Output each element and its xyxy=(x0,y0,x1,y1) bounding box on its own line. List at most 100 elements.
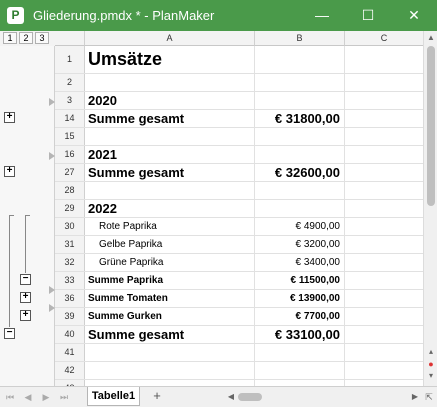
cell-c[interactable] xyxy=(345,92,423,109)
cell-a[interactable] xyxy=(85,182,255,199)
cell-b[interactable] xyxy=(255,344,345,361)
cell-a[interactable]: Summe Tomaten xyxy=(85,290,255,307)
cell-b[interactable] xyxy=(255,74,345,91)
row-header[interactable]: 36 xyxy=(55,290,85,307)
collapse-paprika-button[interactable]: − xyxy=(20,274,31,285)
close-button[interactable]: ✕ xyxy=(391,0,437,31)
cell-c[interactable] xyxy=(345,46,423,73)
select-all-corner[interactable] xyxy=(55,31,85,46)
cell-a[interactable] xyxy=(85,74,255,91)
vertical-scrollbar[interactable]: ▲ ▴ ● ▾ xyxy=(423,31,437,386)
cell-c[interactable] xyxy=(345,146,423,163)
cell-a[interactable]: 2022 xyxy=(85,200,255,217)
horizontal-scroll-thumb[interactable] xyxy=(238,393,262,401)
cell-a[interactable] xyxy=(85,362,255,379)
cell-c[interactable] xyxy=(345,200,423,217)
browse-object-icon[interactable]: ● xyxy=(426,359,436,369)
cell-b[interactable] xyxy=(255,46,345,73)
expand-2021-button[interactable]: + xyxy=(4,166,15,177)
row-header[interactable]: 39 xyxy=(55,308,85,325)
cell-c[interactable] xyxy=(345,164,423,181)
cell-a[interactable]: Summe gesamt xyxy=(85,326,255,343)
row-header[interactable]: 1 xyxy=(55,46,85,73)
cell-a[interactable] xyxy=(85,128,255,145)
row-header[interactable]: 31 xyxy=(55,236,85,253)
outline-level-2-button[interactable]: 2 xyxy=(19,32,33,44)
row-header[interactable]: 30 xyxy=(55,218,85,235)
scroll-up-icon[interactable]: ▲ xyxy=(426,33,436,43)
cell-b[interactable]: € 4900,00 xyxy=(255,218,345,235)
minimize-button[interactable]: — xyxy=(299,0,345,31)
cell-a[interactable]: Umsätze xyxy=(85,46,255,73)
cell-a[interactable]: Gelbe Paprika xyxy=(85,236,255,253)
cell-a[interactable]: Summe Paprika xyxy=(85,272,255,289)
expand-tomaten-button[interactable]: + xyxy=(20,292,31,303)
cell-b[interactable]: € 33100,00 xyxy=(255,326,345,343)
row-header[interactable]: 14 xyxy=(55,110,85,127)
cell-c[interactable] xyxy=(345,128,423,145)
cell-a[interactable]: 2021 xyxy=(85,146,255,163)
cell-c[interactable] xyxy=(345,308,423,325)
cell-a[interactable] xyxy=(85,344,255,361)
expand-2020-button[interactable]: + xyxy=(4,112,15,123)
row-header[interactable]: 32 xyxy=(55,254,85,271)
outline-level-1-button[interactable]: 1 xyxy=(3,32,17,44)
cell-a[interactable]: Summe gesamt xyxy=(85,164,255,181)
cell-b[interactable] xyxy=(255,128,345,145)
cell-b[interactable]: € 7700,00 xyxy=(255,308,345,325)
scroll-page-down-icon[interactable]: ▾ xyxy=(426,371,436,381)
cell-b[interactable] xyxy=(255,92,345,109)
column-header-a[interactable]: A xyxy=(85,31,255,46)
cell-b[interactable] xyxy=(255,362,345,379)
column-header-b[interactable]: B xyxy=(255,31,345,46)
cell-b[interactable]: € 31800,00 xyxy=(255,110,345,127)
cell-c[interactable] xyxy=(345,182,423,199)
cell-b[interactable] xyxy=(255,146,345,163)
cell-a[interactable]: 2020 xyxy=(85,92,255,109)
scroll-corner-icon[interactable]: ⇱ xyxy=(423,391,435,403)
cell-b[interactable] xyxy=(255,182,345,199)
cell-c[interactable] xyxy=(345,326,423,343)
sheet-tab-tabelle1[interactable]: Tabelle1 xyxy=(87,387,140,406)
cell-b[interactable]: € 3200,00 xyxy=(255,236,345,253)
outline-level-3-button[interactable]: 3 xyxy=(35,32,49,44)
row-header[interactable]: 16 xyxy=(55,146,85,163)
row-header[interactable]: 33 xyxy=(55,272,85,289)
add-sheet-button[interactable]: + xyxy=(150,389,164,403)
cell-c[interactable] xyxy=(345,218,423,235)
prev-sheet-icon[interactable]: ◀ xyxy=(22,391,34,403)
cell-c[interactable] xyxy=(345,290,423,307)
collapse-2022-button[interactable]: − xyxy=(4,328,15,339)
cell-b[interactable] xyxy=(255,200,345,217)
column-header-c[interactable]: C xyxy=(345,31,423,46)
scroll-page-up-icon[interactable]: ▴ xyxy=(426,347,436,357)
cell-c[interactable] xyxy=(345,74,423,91)
cell-a[interactable]: Grüne Paprika xyxy=(85,254,255,271)
cell-b[interactable]: € 13900,00 xyxy=(255,290,345,307)
row-header[interactable]: 41 xyxy=(55,344,85,361)
vertical-scroll-thumb[interactable] xyxy=(427,46,435,206)
cell-b[interactable]: € 11500,00 xyxy=(255,272,345,289)
maximize-button[interactable]: ☐ xyxy=(345,0,391,31)
expand-gurken-button[interactable]: + xyxy=(20,310,31,321)
last-sheet-icon[interactable]: ⏭ xyxy=(58,391,70,403)
cell-b[interactable]: € 32600,00 xyxy=(255,164,345,181)
row-header[interactable]: 3 xyxy=(55,92,85,109)
cell-c[interactable] xyxy=(345,110,423,127)
cell-a[interactable]: Summe Gurken xyxy=(85,308,255,325)
horizontal-scrollbar[interactable]: ◀ ▶ xyxy=(226,390,420,404)
row-header[interactable]: 28 xyxy=(55,182,85,199)
row-header[interactable]: 27 xyxy=(55,164,85,181)
row-header[interactable]: 42 xyxy=(55,362,85,379)
row-header[interactable]: 2 xyxy=(55,74,85,91)
scroll-right-icon[interactable]: ▶ xyxy=(410,390,420,404)
row-header[interactable]: 40 xyxy=(55,326,85,343)
scroll-left-icon[interactable]: ◀ xyxy=(226,390,236,404)
planmaker-app-icon[interactable]: P xyxy=(7,7,24,24)
cell-c[interactable] xyxy=(345,362,423,379)
cell-b[interactable]: € 3400,00 xyxy=(255,254,345,271)
cell-a[interactable]: Rote Paprika xyxy=(85,218,255,235)
first-sheet-icon[interactable]: ⏮ xyxy=(4,391,16,403)
cell-c[interactable] xyxy=(345,272,423,289)
cell-c[interactable] xyxy=(345,236,423,253)
